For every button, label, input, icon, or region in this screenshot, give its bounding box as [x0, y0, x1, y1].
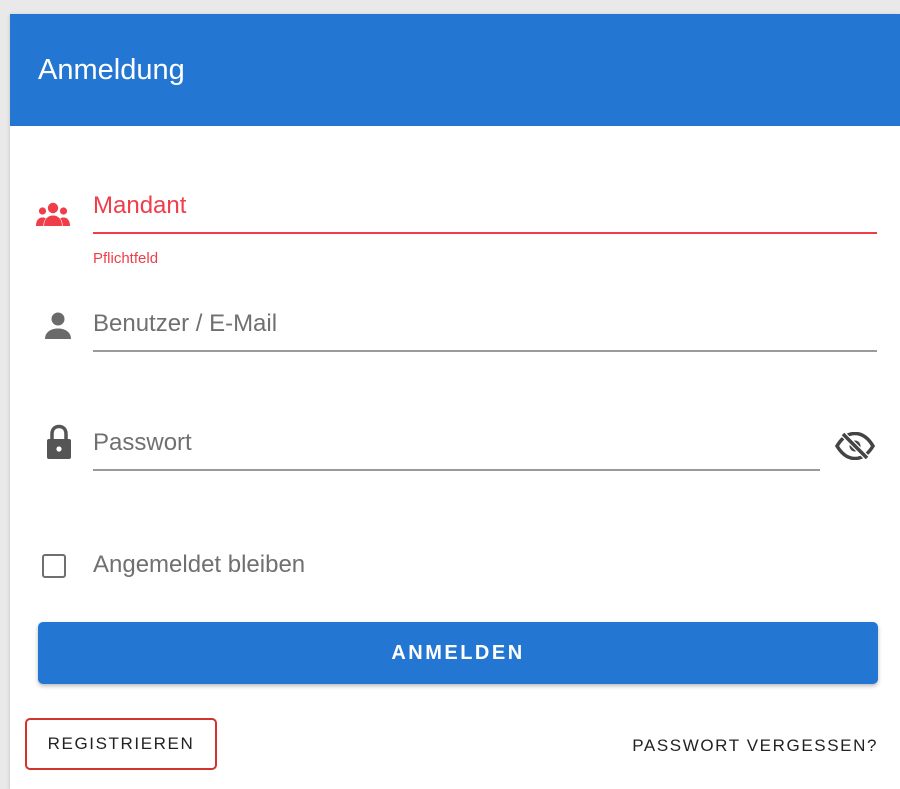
user-underline — [93, 350, 877, 352]
lock-icon — [47, 424, 71, 459]
register-button[interactable]: REGISTRIEREN — [25, 718, 217, 770]
password-underline — [93, 469, 820, 471]
dialog-header: Anmeldung — [10, 14, 900, 126]
mandant-error-hint: Pflichtfeld — [93, 250, 159, 267]
mandant-input[interactable]: Mandant — [93, 192, 186, 220]
person-icon — [45, 312, 71, 339]
login-button[interactable]: ANMELDEN — [38, 622, 878, 684]
group-icon — [36, 202, 70, 226]
dialog-title: Anmeldung — [38, 54, 185, 86]
mandant-underline — [93, 232, 877, 234]
remember-me-checkbox[interactable] — [42, 554, 66, 578]
eye-off-icon[interactable] — [835, 432, 875, 460]
user-input[interactable]: Benutzer / E-Mail — [93, 310, 277, 338]
password-input[interactable]: Passwort — [93, 429, 192, 457]
forgot-password-button[interactable]: PASSWORT VERGESSEN? — [632, 736, 878, 756]
remember-me-label[interactable]: Angemeldet bleiben — [93, 551, 305, 579]
login-dialog: Anmeldung Mandant Pflichtfeld Benutzer /… — [10, 14, 900, 789]
